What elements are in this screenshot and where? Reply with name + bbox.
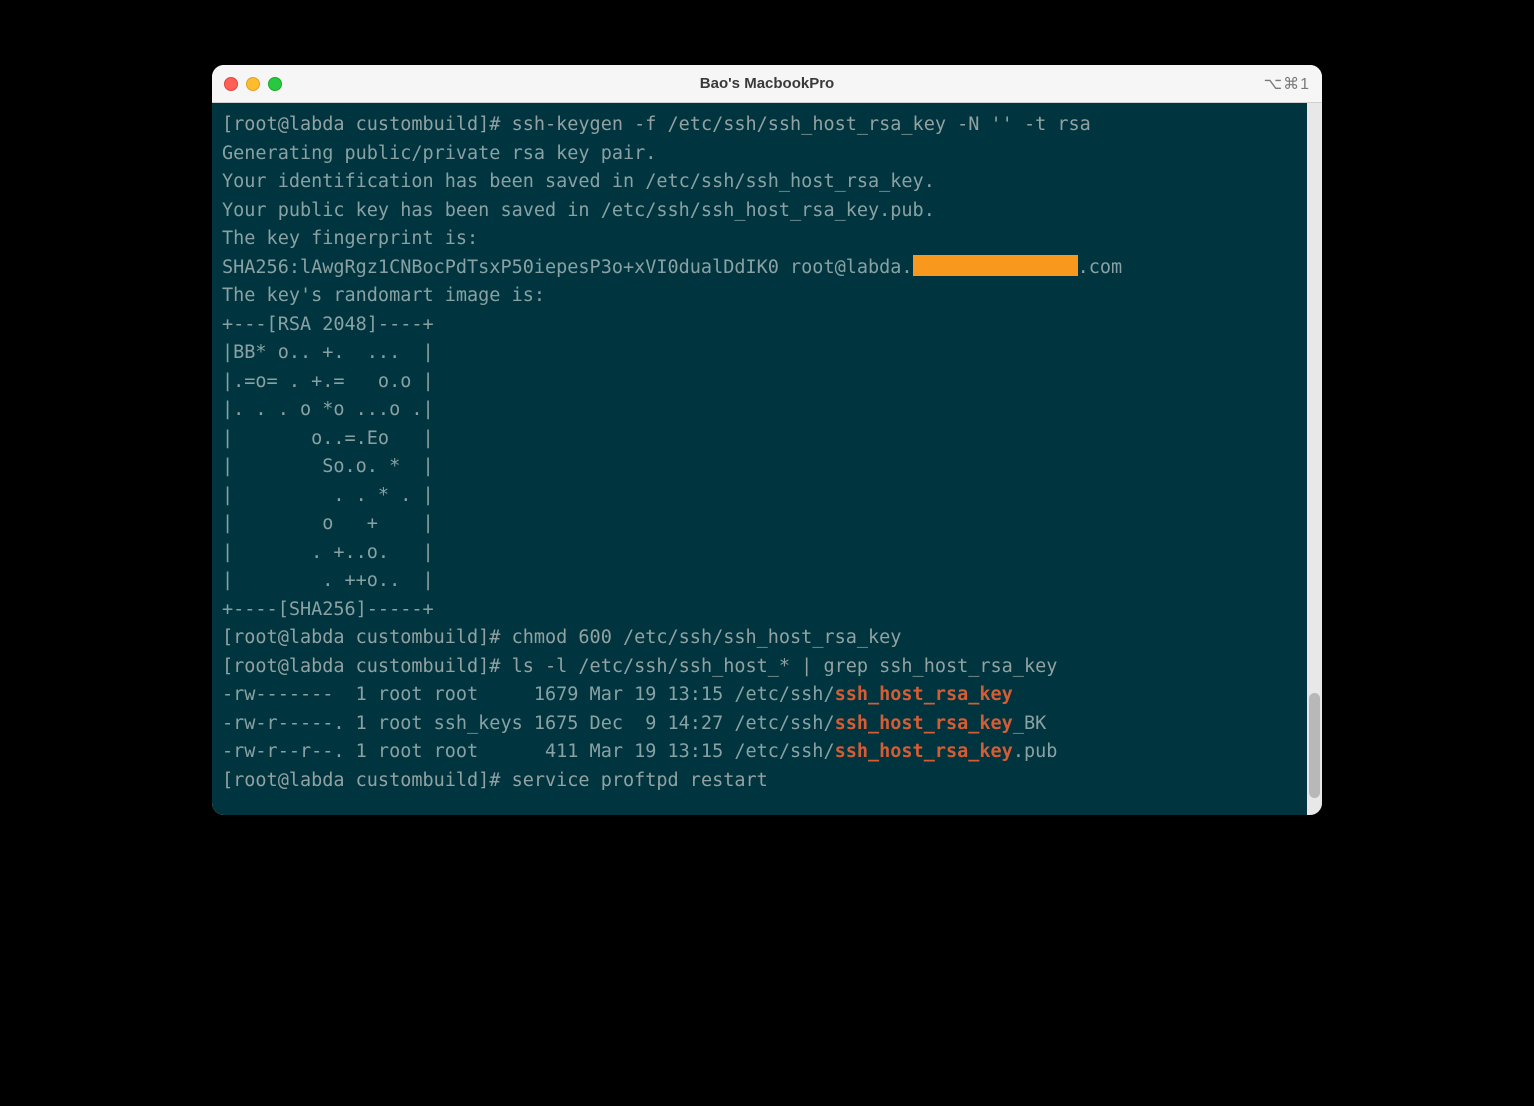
randomart-line: |.=o= . +.= o.o | bbox=[222, 371, 434, 392]
ls-row-suffix: .pub bbox=[1013, 741, 1058, 762]
grep-match: ssh_host_rsa_key bbox=[835, 684, 1013, 705]
ls-row-perm: -rw-r-----. 1 root ssh_keys 1675 Dec 9 1… bbox=[222, 713, 835, 734]
command-1: ssh-keygen -f /etc/ssh/ssh_host_rsa_key … bbox=[512, 114, 1091, 135]
keygen-line-4: The key fingerprint is: bbox=[222, 228, 478, 249]
command-2: chmod 600 /etc/ssh/ssh_host_rsa_key bbox=[512, 627, 902, 648]
terminal-window: Bao's MacbookPro ⌥⌘1 [root@labda customb… bbox=[212, 65, 1322, 815]
window-shortcut-indicator: ⌥⌘1 bbox=[1264, 74, 1310, 94]
scrollbar-track[interactable] bbox=[1307, 103, 1322, 815]
redacted-hostname bbox=[913, 255, 1078, 276]
traffic-lights bbox=[224, 77, 282, 91]
close-button[interactable] bbox=[224, 77, 238, 91]
titlebar[interactable]: Bao's MacbookPro ⌥⌘1 bbox=[212, 65, 1322, 103]
randomart-line: | o + | bbox=[222, 513, 434, 534]
randomart-line: | . +..o. | bbox=[222, 542, 434, 563]
randomart-line: | . . * . | bbox=[222, 485, 434, 506]
randomart-line: +----[SHA256]-----+ bbox=[222, 599, 434, 620]
keygen-line-2: Your identification has been saved in /e… bbox=[222, 171, 935, 192]
maximize-button[interactable] bbox=[268, 77, 282, 91]
prompt: [root@labda custombuild]# bbox=[222, 627, 512, 648]
randomart-header: The key's randomart image is: bbox=[222, 285, 545, 306]
randomart-line: | o..=.Eo | bbox=[222, 428, 434, 449]
command-3: ls -l /etc/ssh/ssh_host_* | grep ssh_hos… bbox=[512, 656, 1058, 677]
randomart-line: |. . . o *o ...o .| bbox=[222, 399, 434, 420]
prompt: [root@labda custombuild]# bbox=[222, 114, 512, 135]
window-title: Bao's MacbookPro bbox=[212, 75, 1322, 92]
prompt: [root@labda custombuild]# bbox=[222, 656, 512, 677]
grep-match: ssh_host_rsa_key bbox=[835, 741, 1013, 762]
randomart-line: +---[RSA 2048]----+ bbox=[222, 314, 434, 335]
randomart-line: |BB* o.. +. ... | bbox=[222, 342, 434, 363]
prompt: [root@labda custombuild]# bbox=[222, 770, 512, 791]
randomart-line: | . ++o.. | bbox=[222, 570, 434, 591]
fingerprint-hash: SHA256:lAwgRgz1CNBocPdTsxP50iepesP3o+xVI… bbox=[222, 257, 913, 278]
ls-row-suffix: _BK bbox=[1013, 713, 1046, 734]
terminal-output[interactable]: [root@labda custombuild]# ssh-keygen -f … bbox=[212, 103, 1307, 815]
scrollbar-thumb[interactable] bbox=[1309, 693, 1320, 798]
randomart-line: | So.o. * | bbox=[222, 456, 434, 477]
ls-row-perm: -rw------- 1 root root 1679 Mar 19 13:15… bbox=[222, 684, 835, 705]
keygen-line-3: Your public key has been saved in /etc/s… bbox=[222, 200, 935, 221]
fingerprint-suffix: .com bbox=[1078, 257, 1123, 278]
terminal-area: [root@labda custombuild]# ssh-keygen -f … bbox=[212, 103, 1322, 815]
minimize-button[interactable] bbox=[246, 77, 260, 91]
grep-match: ssh_host_rsa_key bbox=[835, 713, 1013, 734]
keygen-line-1: Generating public/private rsa key pair. bbox=[222, 143, 656, 164]
command-4: service proftpd restart bbox=[512, 770, 768, 791]
ls-row-perm: -rw-r--r--. 1 root root 411 Mar 19 13:15… bbox=[222, 741, 835, 762]
